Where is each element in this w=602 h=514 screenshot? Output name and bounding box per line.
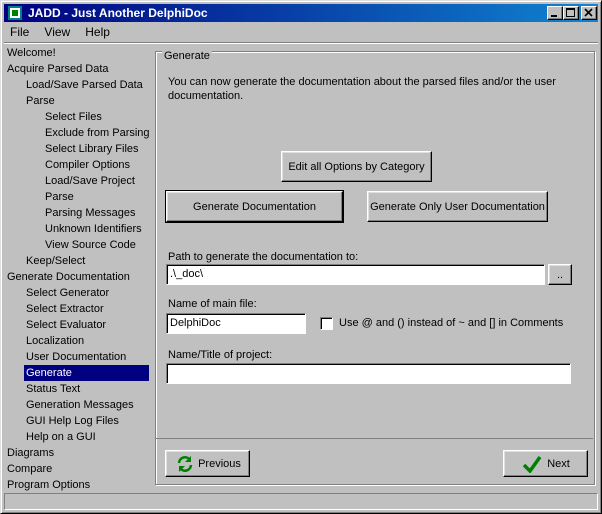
tree-item[interactable]: Compiler Options	[43, 157, 132, 173]
tree-item[interactable]: Select Extractor	[24, 301, 106, 317]
previous-button[interactable]: Previous	[165, 450, 250, 477]
tree-item[interactable]: Generate	[24, 365, 149, 381]
group-title: Generate	[162, 50, 212, 62]
tree-item[interactable]: Select Generator	[24, 285, 111, 301]
tree-item[interactable]: Exclude from Parsing	[43, 125, 152, 141]
main-window: JADD - Just Another DelphiDoc File View …	[0, 0, 602, 514]
tree-item[interactable]: Select Files	[43, 109, 104, 125]
tree-item[interactable]: Parse	[43, 189, 76, 205]
status-bar	[4, 493, 598, 510]
title-bar[interactable]: JADD - Just Another DelphiDoc	[4, 4, 598, 22]
tree-item[interactable]: Load/Save Project	[43, 173, 137, 189]
browse-label: ..	[556, 268, 564, 281]
edit-options-button[interactable]: Edit all Options by Category	[281, 151, 432, 182]
tree-item[interactable]: Program Options	[5, 477, 92, 493]
project-title-input[interactable]	[166, 363, 571, 384]
main-file-input[interactable]: DelphiDoc	[166, 313, 306, 334]
minimize-icon	[551, 15, 557, 17]
tree-item[interactable]: Localization	[24, 333, 86, 349]
generate-documentation-label: Generate Documentation	[193, 200, 316, 213]
menu-help[interactable]: Help	[79, 23, 116, 41]
tree-item[interactable]: Select Evaluator	[24, 317, 108, 333]
next-label: Next	[547, 457, 570, 470]
close-icon	[584, 8, 593, 17]
menu-bar: File View Help	[4, 23, 598, 42]
minimize-button[interactable]	[547, 6, 563, 20]
generate-user-doc-label: Generate Only User Documentation	[370, 200, 545, 213]
use-at-checkbox-label[interactable]: Use @ and () instead of ~ and [] in Comm…	[339, 317, 563, 329]
window-title: JADD - Just Another DelphiDoc	[28, 6, 208, 20]
use-at-checkbox[interactable]	[320, 317, 333, 330]
tree-item[interactable]: Generation Messages	[24, 397, 136, 413]
maximize-icon	[566, 8, 575, 17]
tree-item[interactable]: Select Library Files	[43, 141, 141, 157]
path-input[interactable]: .\_doc\	[166, 264, 545, 285]
tree-item[interactable]: User Documentation	[24, 349, 128, 365]
tree-item[interactable]: Acquire Parsed Data	[5, 61, 111, 77]
description-text: You can now generate the documentation a…	[168, 76, 556, 102]
tree-item[interactable]: Welcome!	[5, 45, 58, 61]
tree-item[interactable]: Generate Documentation	[5, 269, 132, 285]
tree-item[interactable]: Unknown Identifiers	[43, 221, 144, 237]
edit-options-label: Edit all Options by Category	[288, 160, 425, 173]
generate-documentation-button[interactable]: Generate Documentation	[165, 190, 344, 223]
previous-label: Previous	[198, 457, 241, 470]
main-file-label: Name of main file:	[168, 298, 257, 310]
path-label: Path to generate the documentation to:	[168, 251, 359, 263]
tree-item[interactable]: Help on a GUI	[24, 429, 98, 445]
tree-item[interactable]: View Source Code	[43, 237, 138, 253]
menu-file[interactable]: File	[4, 23, 35, 41]
generate-user-doc-button[interactable]: Generate Only User Documentation	[367, 191, 548, 222]
tree-item[interactable]: Compare	[5, 461, 54, 477]
menu-separator	[4, 42, 598, 44]
maximize-button[interactable]	[563, 6, 579, 20]
navigation-tree[interactable]: Welcome! Acquire Parsed Data Load/Save Par…	[5, 45, 152, 493]
generate-group: Generate You can now generate the docume…	[155, 50, 595, 485]
browse-button[interactable]: ..	[548, 264, 572, 285]
tree-item[interactable]: Diagrams	[5, 445, 56, 461]
tree-item[interactable]: GUI Help Log Files	[24, 413, 121, 429]
tree-item[interactable]: Parsing Messages	[43, 205, 138, 221]
close-button[interactable]	[581, 6, 597, 20]
app-icon	[8, 6, 22, 20]
generate-panel: Generate You can now generate the docume…	[153, 45, 597, 491]
tree-item[interactable]: Load/Save Parsed Data	[24, 77, 145, 93]
tree-item[interactable]: Status Text	[24, 381, 82, 397]
next-button[interactable]: Next	[503, 450, 588, 477]
project-title-label: Name/Title of project:	[168, 349, 273, 361]
tree-item[interactable]: Keep/Select	[24, 253, 87, 269]
navigation-bar: Previous Next	[155, 438, 593, 485]
menu-view[interactable]: View	[38, 23, 76, 41]
tree-item[interactable]: Parse	[24, 93, 57, 109]
